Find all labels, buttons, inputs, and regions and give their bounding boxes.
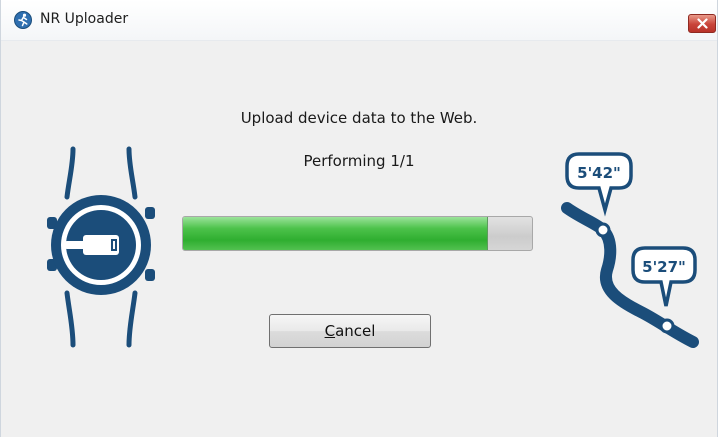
close-button[interactable] xyxy=(688,14,716,33)
title-bar[interactable]: NR Uploader xyxy=(1,0,717,41)
status-text: Performing 1/1 xyxy=(303,152,415,170)
upload-message: Upload device data to the Web. xyxy=(240,109,478,127)
cancel-label-rest: ancel xyxy=(335,322,376,340)
close-icon xyxy=(697,18,708,29)
upload-progress-bar xyxy=(182,216,533,251)
pace-1-label: 5'42" xyxy=(577,164,621,182)
cancel-button[interactable]: Cancel xyxy=(269,314,431,348)
runner-icon xyxy=(14,11,32,29)
progress-fill xyxy=(183,217,488,250)
uploader-window: NR Uploader Upload device data to the We… xyxy=(0,0,718,437)
watch-usb-icon xyxy=(43,145,167,355)
route-map-icon: 5'42" 5'27" xyxy=(561,150,711,354)
pace-2-label: 5'27" xyxy=(642,258,686,276)
cancel-mnemonic: C xyxy=(324,322,336,340)
window-title: NR Uploader xyxy=(40,11,129,27)
